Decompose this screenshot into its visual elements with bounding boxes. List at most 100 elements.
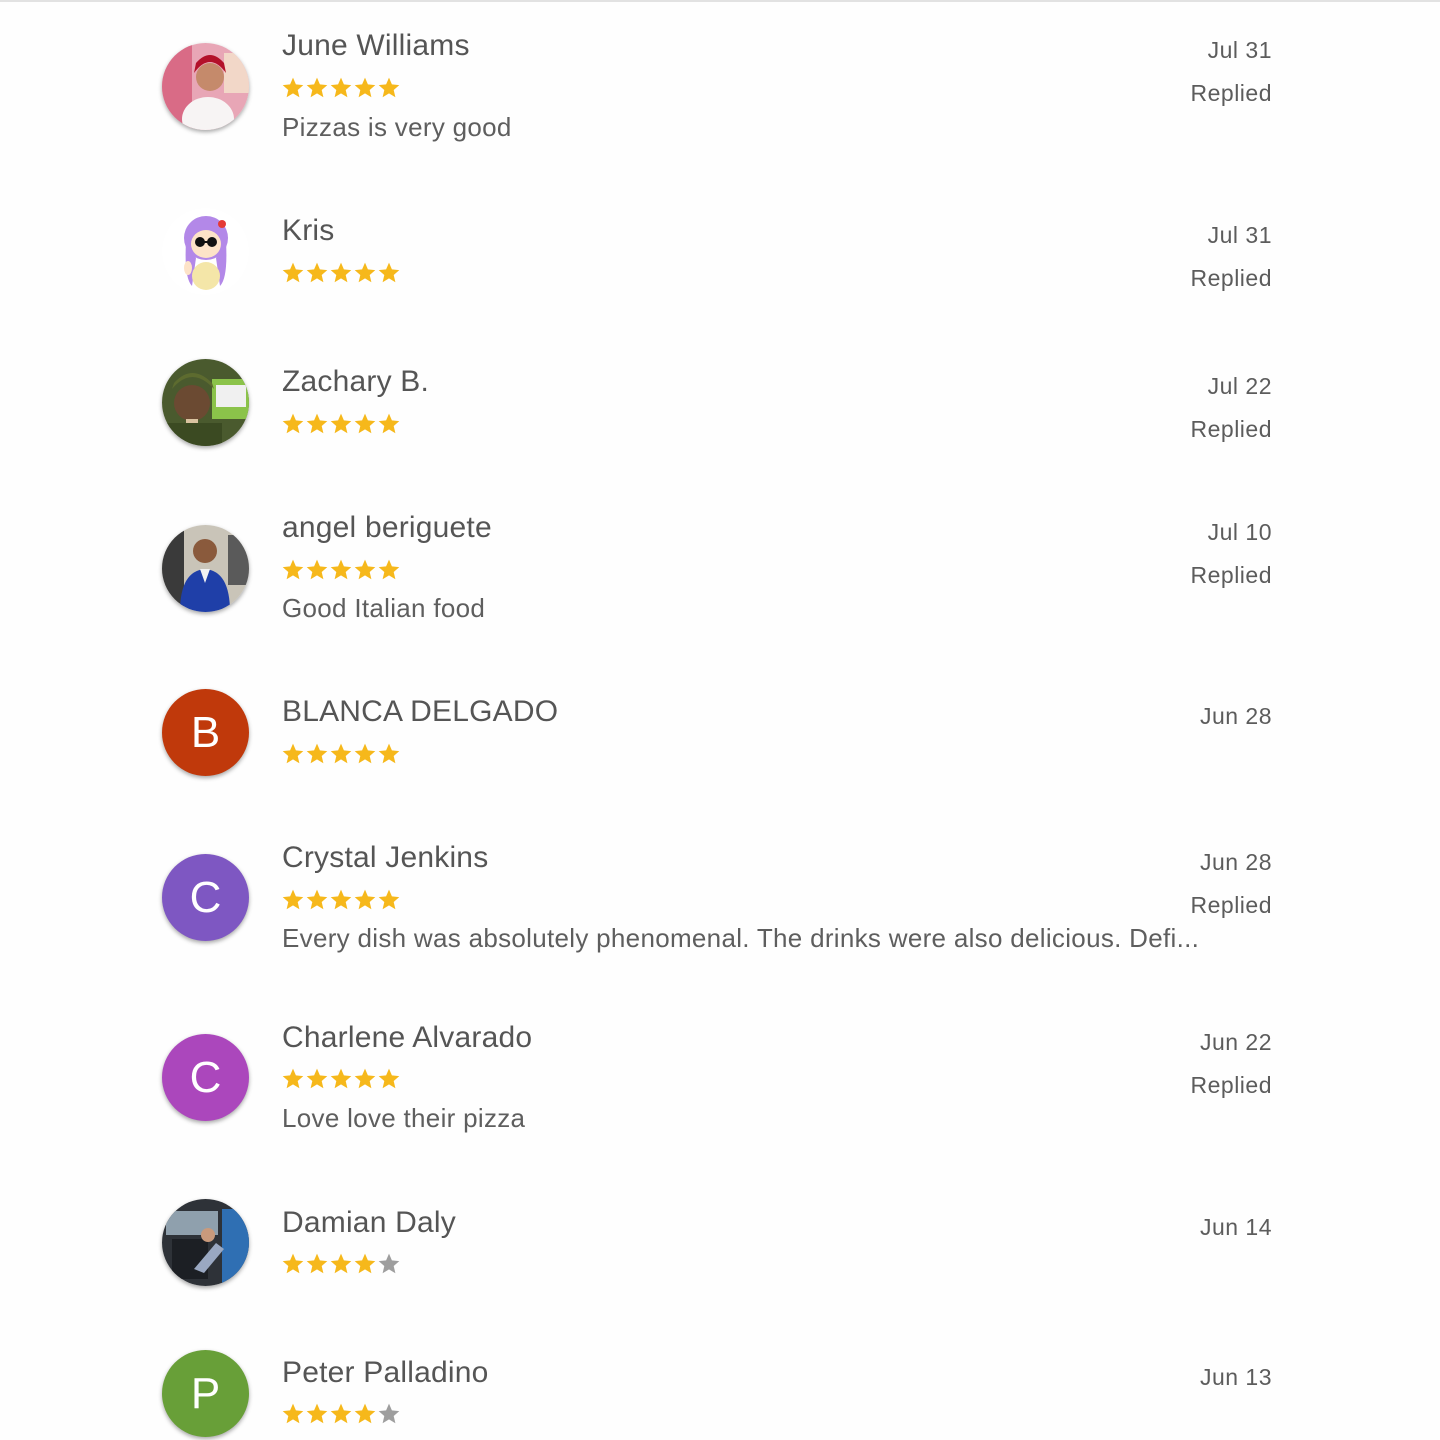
star-filled-icon	[282, 889, 304, 910]
star-filled-icon	[282, 1068, 304, 1089]
star-rating	[281, 1402, 401, 1426]
reply-status: Replied	[1190, 80, 1272, 106]
star-rating	[281, 76, 401, 100]
star-filled-icon	[306, 262, 328, 283]
avatar-initial: P	[190, 1368, 221, 1418]
star-filled-icon	[330, 1068, 352, 1089]
star-empty-icon	[378, 1253, 400, 1274]
star-filled-icon	[330, 1253, 352, 1274]
star-rating	[281, 742, 401, 766]
star-filled-icon	[354, 559, 376, 580]
reviewer-name: Charlene Alvarado	[282, 1021, 533, 1054]
reviewer-avatar: B	[162, 689, 249, 776]
star-filled-icon	[306, 1068, 328, 1089]
star-filled-icon	[306, 889, 328, 910]
star-rating	[281, 1067, 401, 1091]
star-rating	[281, 1252, 401, 1276]
reviewer-avatar	[162, 208, 249, 295]
star-filled-icon	[306, 1403, 328, 1424]
reply-status: Replied	[1190, 1072, 1272, 1098]
star-filled-icon	[282, 559, 304, 580]
profile-photo-icon	[162, 525, 249, 612]
star-filled-icon	[282, 413, 304, 434]
review-text: Good Italian food	[282, 593, 486, 623]
review-text: Love love their pizza	[282, 1103, 526, 1133]
top-divider	[0, 0, 1440, 2]
reply-status: Replied	[1190, 265, 1272, 291]
star-filled-icon	[354, 77, 376, 98]
star-filled-icon	[354, 1253, 376, 1274]
star-filled-icon	[330, 559, 352, 580]
review-date: Jun 28	[1199, 703, 1272, 729]
star-filled-icon	[330, 77, 352, 98]
reviewer-name: BLANCA DELGADO	[282, 695, 559, 728]
star-filled-icon	[354, 1403, 376, 1424]
avatar-initial: C	[189, 1052, 222, 1102]
review-date: Jul 10	[1207, 519, 1272, 545]
review-date: Jul 31	[1207, 222, 1272, 248]
star-filled-icon	[378, 743, 400, 764]
reviewer-avatar: P	[162, 1350, 249, 1437]
star-filled-icon	[378, 889, 400, 910]
star-filled-icon	[378, 413, 400, 434]
star-rating	[281, 888, 401, 912]
reviewer-name: June Williams	[282, 29, 470, 62]
star-filled-icon	[378, 77, 400, 98]
star-rating	[281, 261, 401, 285]
reviewer-name: Peter Palladino	[282, 1356, 489, 1389]
star-filled-icon	[330, 262, 352, 283]
reviewer-name: Damian Daly	[282, 1206, 456, 1239]
reply-status: Replied	[1190, 562, 1272, 588]
star-filled-icon	[330, 743, 352, 764]
star-filled-icon	[378, 559, 400, 580]
star-filled-icon	[306, 77, 328, 98]
review-text: Every dish was absolutely phenomenal. Th…	[282, 923, 1200, 953]
star-filled-icon	[282, 262, 304, 283]
reviewer-name: angel beriguete	[282, 511, 492, 544]
review-date: Jun 22	[1199, 1029, 1272, 1055]
reviewer-avatar: C	[162, 854, 249, 941]
reviewer-name: Kris	[282, 214, 335, 247]
star-filled-icon	[306, 1253, 328, 1274]
star-empty-icon	[378, 1403, 400, 1424]
star-filled-icon	[354, 413, 376, 434]
star-filled-icon	[378, 262, 400, 283]
star-filled-icon	[282, 743, 304, 764]
star-filled-icon	[330, 413, 352, 434]
star-filled-icon	[330, 1403, 352, 1424]
star-filled-icon	[330, 889, 352, 910]
star-filled-icon	[306, 559, 328, 580]
reviewer-avatar: C	[162, 1034, 249, 1121]
star-filled-icon	[282, 1253, 304, 1274]
review-date: Jun 28	[1199, 849, 1272, 875]
profile-photo-icon	[162, 43, 249, 130]
star-filled-icon	[306, 413, 328, 434]
review-date: Jul 22	[1207, 373, 1272, 399]
star-filled-icon	[354, 743, 376, 764]
star-rating	[281, 412, 401, 436]
review-date: Jun 13	[1199, 1364, 1272, 1390]
reply-status: Replied	[1190, 416, 1272, 442]
avatar-initial: C	[189, 872, 222, 922]
profile-photo-icon	[162, 1199, 249, 1286]
star-filled-icon	[306, 743, 328, 764]
reviewer-avatar	[162, 359, 249, 446]
star-filled-icon	[282, 1403, 304, 1424]
cartoon-avatar-icon	[162, 208, 249, 295]
reviewer-name: Zachary B.	[282, 365, 430, 398]
avatar-initial: B	[190, 707, 221, 757]
reviewer-name: Crystal Jenkins	[282, 841, 489, 874]
star-rating	[281, 558, 401, 582]
reviewer-avatar	[162, 43, 249, 130]
review-date: Jun 14	[1199, 1214, 1272, 1240]
reviewer-avatar	[162, 525, 249, 612]
star-filled-icon	[354, 1068, 376, 1089]
reply-status: Replied	[1190, 892, 1272, 918]
star-filled-icon	[378, 1068, 400, 1089]
review-text: Pizzas is very good	[282, 112, 512, 142]
star-filled-icon	[282, 77, 304, 98]
review-date: Jul 31	[1207, 37, 1272, 63]
profile-photo-icon	[162, 359, 249, 446]
star-filled-icon	[354, 889, 376, 910]
star-filled-icon	[354, 262, 376, 283]
